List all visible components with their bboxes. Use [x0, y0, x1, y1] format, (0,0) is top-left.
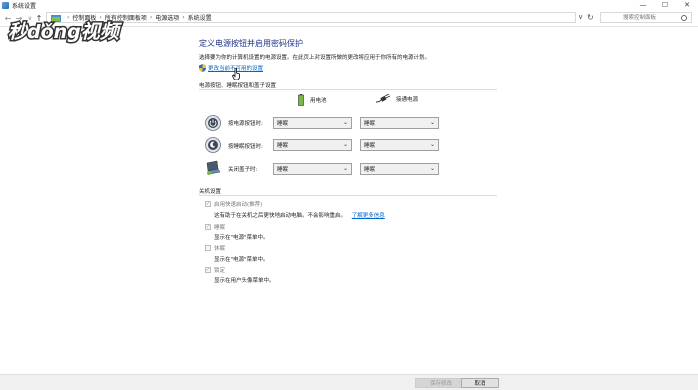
- battery-icon: [298, 94, 304, 106]
- battery-column-header: 用电池: [298, 94, 327, 106]
- address-dropdown-button[interactable]: ∨: [578, 13, 583, 21]
- breadcrumb-separator: ›: [149, 14, 153, 21]
- sleep-checkbox[interactable]: ✓: [205, 224, 211, 230]
- sleep-button-label: 按睡眠按钮时:: [228, 144, 263, 150]
- sleep-button-plugged-value: 睡眠: [364, 143, 376, 149]
- lock-label: 锁定: [214, 268, 226, 274]
- close-lid-plugged-value: 睡眠: [364, 167, 376, 173]
- close-lid-battery-value: 睡眠: [277, 167, 289, 173]
- sleep-description: 显示在"电源"菜单中。: [214, 235, 269, 241]
- page-title: 定义电源按钮并启用密码保护: [199, 39, 303, 48]
- bottom-button-bar: [0, 374, 698, 390]
- power-plug-icon: [376, 94, 390, 103]
- sleep-button-battery-select[interactable]: 睡眠 ⌄: [273, 139, 352, 151]
- fast-startup-description: 这有助于在关机之后更快地启动电脑。不会影响重启。 了解更多信息: [214, 211, 385, 219]
- laptop-lid-icon: [206, 160, 221, 175]
- lock-description: 显示在用户头像菜单中。: [214, 278, 275, 284]
- search-box[interactable]: [600, 12, 697, 23]
- page-description: 选择要为你的计算机设置的电源设置。在此页上对设置所做的更改将应用于你所有的电源计…: [199, 55, 431, 61]
- svg-text:秒dǒng视频: 秒dǒng视频: [8, 21, 123, 43]
- uac-shield-icon: [199, 64, 206, 72]
- save-changes-button[interactable]: 保存修改: [415, 378, 467, 388]
- shutdown-section-title: 关机设置: [199, 189, 222, 195]
- breadcrumb-separator: ›: [182, 14, 185, 21]
- window-title: 系统设置: [12, 2, 37, 10]
- maximize-button[interactable]: ☐: [654, 0, 676, 10]
- hibernate-checkbox-row[interactable]: 休眠: [205, 244, 225, 252]
- sleep-button-icon: [205, 137, 221, 153]
- power-button-plugged-select[interactable]: 睡眠 ⌄: [360, 117, 439, 129]
- hibernate-description: 显示在"电源"菜单中。: [214, 257, 269, 263]
- change-settings-row: 更改当前不可用的设置: [199, 64, 263, 72]
- close-lid-battery-select[interactable]: 睡眠 ⌄: [273, 163, 352, 175]
- fast-startup-checkbox-row[interactable]: ✓ 启用快速启动(推荐): [205, 200, 262, 208]
- close-lid-label: 关闭盖子时:: [228, 167, 258, 173]
- close-lid-plugged-select[interactable]: 睡眠 ⌄: [360, 163, 439, 175]
- hibernate-label: 休眠: [214, 246, 226, 252]
- fast-startup-desc-text: 这有助于在关机之后更快地启动电脑。不会影响重启。: [214, 213, 347, 219]
- control-panel-icon: [2, 1, 9, 9]
- lock-checkbox[interactable]: ✓: [205, 267, 211, 273]
- lock-checkbox-row[interactable]: ✓ 锁定: [205, 266, 225, 274]
- window-controls: — ☐ ✕: [632, 0, 698, 10]
- power-button-plugged-value: 睡眠: [364, 121, 376, 127]
- power-section-title: 电源按钮、睡眠按钮和盖子设置: [199, 83, 277, 89]
- fast-startup-checkbox[interactable]: ✓: [205, 201, 211, 207]
- sleep-checkbox-row[interactable]: ✓ 睡眠: [205, 223, 225, 231]
- power-button-battery-select[interactable]: 睡眠 ⌄: [273, 117, 352, 129]
- sleep-button-battery-value: 睡眠: [277, 143, 289, 149]
- power-button-icon: [205, 115, 221, 131]
- fast-startup-label: 启用快速启动(推荐): [214, 202, 263, 208]
- sleep-label: 睡眠: [214, 225, 226, 231]
- sleep-button-plugged-select[interactable]: 睡眠 ⌄: [360, 139, 439, 151]
- hand-cursor-icon: [232, 68, 240, 80]
- close-button[interactable]: ✕: [676, 0, 698, 10]
- power-button-label: 按电源按钮时:: [228, 121, 263, 127]
- shutdown-section-divider: [199, 195, 497, 196]
- cancel-button[interactable]: 取消: [461, 378, 499, 388]
- chevron-down-icon: ⌄: [429, 165, 435, 172]
- chevron-down-icon: ⌄: [342, 141, 348, 148]
- chevron-down-icon: ⌄: [429, 141, 435, 148]
- plugged-column-header: 接通电源: [376, 94, 418, 104]
- plugged-column-label: 接通电源: [396, 97, 419, 103]
- hibernate-checkbox[interactable]: [205, 245, 211, 251]
- watermark-logo: 秒dǒng视频: [7, 20, 125, 45]
- refresh-button[interactable]: ↻: [587, 13, 594, 22]
- chevron-down-icon: ⌄: [342, 119, 348, 126]
- minimize-button[interactable]: —: [632, 0, 654, 10]
- chevron-down-icon: ⌄: [429, 119, 435, 126]
- power-button-battery-value: 睡眠: [277, 121, 289, 127]
- title-bar: 系统设置 — ☐ ✕: [0, 0, 698, 10]
- search-icon[interactable]: [681, 15, 687, 21]
- power-section-divider: [199, 89, 497, 90]
- learn-more-link[interactable]: 了解更多信息: [352, 213, 385, 219]
- breadcrumb-system-settings[interactable]: 系统设置: [188, 13, 212, 22]
- breadcrumb-power-options[interactable]: 电源选项: [155, 13, 179, 22]
- chevron-down-icon: ⌄: [342, 165, 348, 172]
- battery-column-label: 用电池: [310, 98, 327, 104]
